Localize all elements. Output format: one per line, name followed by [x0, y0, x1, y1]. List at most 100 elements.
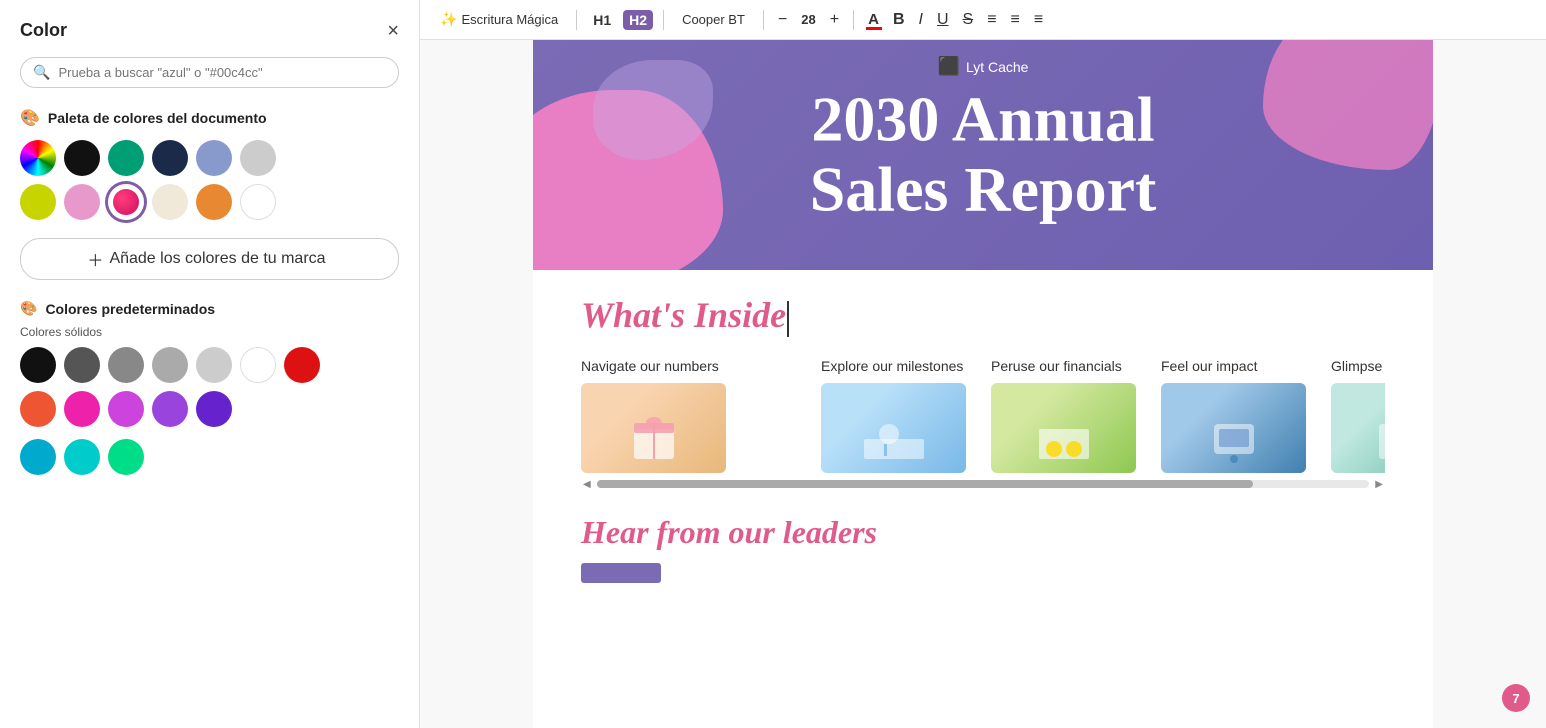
editor-content: ⬛ Lyt Cache 2030 Annual Sales Report Wha… [533, 40, 1433, 728]
solid-swatch-lightgray[interactable] [196, 347, 232, 383]
scroll-left-arrow[interactable]: ◀ [583, 479, 591, 490]
solid-swatch-medgray[interactable] [108, 347, 144, 383]
magic-writing-button[interactable]: ✨ Escritura Mágica [432, 7, 566, 32]
toolbar-divider-3 [763, 10, 764, 30]
card-illustration-3 [1024, 409, 1104, 469]
color-swatch-yellow-green[interactable] [20, 184, 56, 220]
card-illustration-5 [1364, 409, 1386, 469]
card-illustration-4 [1194, 409, 1274, 469]
formatting-toolbar: ✨ Escritura Mágica H1 H2 Cooper BT − 28 … [420, 0, 1546, 40]
h2-button[interactable]: H2 [623, 10, 653, 30]
solid-swatch-darkgray[interactable] [64, 347, 100, 383]
solid-color-grid-row2 [20, 439, 399, 475]
text-color-button[interactable]: A [864, 9, 883, 31]
text-color-icon: A [868, 11, 879, 28]
card-image [581, 383, 726, 473]
editor-body: What's Inside Navigate our numbers [533, 270, 1433, 607]
color-swatch-cream[interactable] [152, 184, 188, 220]
color-swatch-white[interactable] [240, 184, 276, 220]
color-swatch-black[interactable] [64, 140, 100, 176]
underline-button[interactable]: U [933, 9, 953, 31]
card-label: Explore our milestones [821, 357, 981, 375]
solid-swatch-violet[interactable] [152, 391, 188, 427]
doc-color-grid [20, 140, 399, 220]
leaders-bar-decoration [581, 563, 661, 583]
card-image [1161, 383, 1306, 473]
card-image [991, 383, 1136, 473]
color-search-input[interactable] [58, 65, 386, 80]
close-button[interactable]: × [387, 21, 399, 41]
color-swatch-teal[interactable] [108, 140, 144, 176]
font-size-increase-button[interactable]: + [826, 9, 843, 31]
scrollbar-track[interactable] [597, 480, 1370, 488]
card-label: Peruse our financials [991, 357, 1151, 375]
search-icon: 🔍 [33, 64, 50, 81]
banner-blob2 [1263, 40, 1433, 170]
list-button[interactable]: ≡ [1007, 9, 1024, 31]
list-item: Explore our milestones [821, 357, 981, 473]
magic-writing-label: Escritura Mágica [461, 12, 558, 27]
color-search-bar[interactable]: 🔍 [20, 57, 399, 88]
color-swatch-light-pink[interactable] [64, 184, 100, 220]
solid-swatch-mint[interactable] [108, 439, 144, 475]
color-swatch-dark-navy[interactable] [152, 140, 188, 176]
solid-swatch-tealblue[interactable] [20, 439, 56, 475]
notification-badge[interactable]: 7 [1502, 684, 1530, 712]
list-item: Glimpse our plans [1331, 357, 1385, 473]
defaults-icon: 🎨 [20, 300, 37, 317]
list-item: Feel our impact [1161, 357, 1321, 473]
solid-swatch-orangered[interactable] [20, 391, 56, 427]
solid-color-grid [20, 347, 399, 427]
add-brand-colors-button[interactable]: ＋ Añade los colores de tu marca [20, 238, 399, 280]
panel-title: Color [20, 20, 67, 41]
italic-button[interactable]: I [915, 9, 927, 31]
card-label: Navigate our numbers [581, 357, 741, 375]
banner-title: 2030 Annual Sales Report [810, 85, 1157, 226]
solid-swatch-red[interactable] [284, 347, 320, 383]
font-selector[interactable]: Cooper BT [674, 10, 753, 29]
list-item: Navigate our numbers [581, 357, 741, 473]
color-panel: Color × 🔍 🎨 Paleta de colores del docume… [0, 0, 420, 728]
whats-inside-heading: What's Inside [581, 294, 1385, 337]
bold-button[interactable]: B [889, 9, 909, 31]
solid-swatch-lightgray2[interactable] [152, 347, 188, 383]
list-item: Peruse our financials [991, 357, 1151, 473]
h1-button[interactable]: H1 [587, 10, 617, 30]
banner: ⬛ Lyt Cache 2030 Annual Sales Report [533, 40, 1433, 270]
card-illustration-2 [854, 409, 934, 469]
color-swatch-hot-pink[interactable] [108, 184, 144, 220]
color-swatch-periwinkle[interactable] [196, 140, 232, 176]
card-image [821, 383, 966, 473]
solid-swatch-purple[interactable] [108, 391, 144, 427]
card-image [1331, 383, 1385, 473]
color-swatch-orange[interactable] [196, 184, 232, 220]
wand-icon: ✨ [440, 11, 457, 28]
palette-icon: 🎨 [20, 108, 40, 128]
card-illustration-1 [614, 409, 694, 469]
scroll-right-arrow[interactable]: ▶ [1375, 479, 1383, 490]
solid-swatch-white[interactable] [240, 347, 276, 383]
editor-area[interactable]: ⬛ Lyt Cache 2030 Annual Sales Report Wha… [420, 40, 1546, 728]
line-height-button[interactable]: ≡ [1030, 9, 1047, 31]
banner-logo: ⬛ Lyt Cache [938, 56, 1029, 77]
color-wheel-swatch[interactable] [20, 140, 56, 176]
toolbar-divider-4 [853, 10, 854, 30]
doc-palette-label: 🎨 Paleta de colores del documento [20, 108, 399, 128]
scroll-bar-area: ◀ ▶ [581, 479, 1385, 490]
solid-swatch-black[interactable] [20, 347, 56, 383]
strikethrough-button[interactable]: S [959, 9, 978, 31]
align-button[interactable]: ≡ [983, 9, 1000, 31]
card-label: Glimpse our plans [1331, 357, 1385, 375]
font-size-decrease-button[interactable]: − [774, 9, 791, 31]
logo-text: Lyt Cache [966, 59, 1029, 75]
text-color-indicator [866, 27, 882, 30]
color-swatch-light-gray[interactable] [240, 140, 276, 176]
leaders-heading: Hear from our leaders [581, 514, 1385, 551]
solid-swatch-magenta[interactable] [64, 391, 100, 427]
solid-swatch-deepviolet[interactable] [196, 391, 232, 427]
list-item [751, 357, 811, 473]
editor-panel: ✨ Escritura Mágica H1 H2 Cooper BT − 28 … [420, 0, 1546, 728]
cards-scroll-container: Navigate our numbers [581, 357, 1385, 490]
solid-swatch-cyan[interactable] [64, 439, 100, 475]
scrollbar-thumb[interactable] [597, 480, 1254, 488]
